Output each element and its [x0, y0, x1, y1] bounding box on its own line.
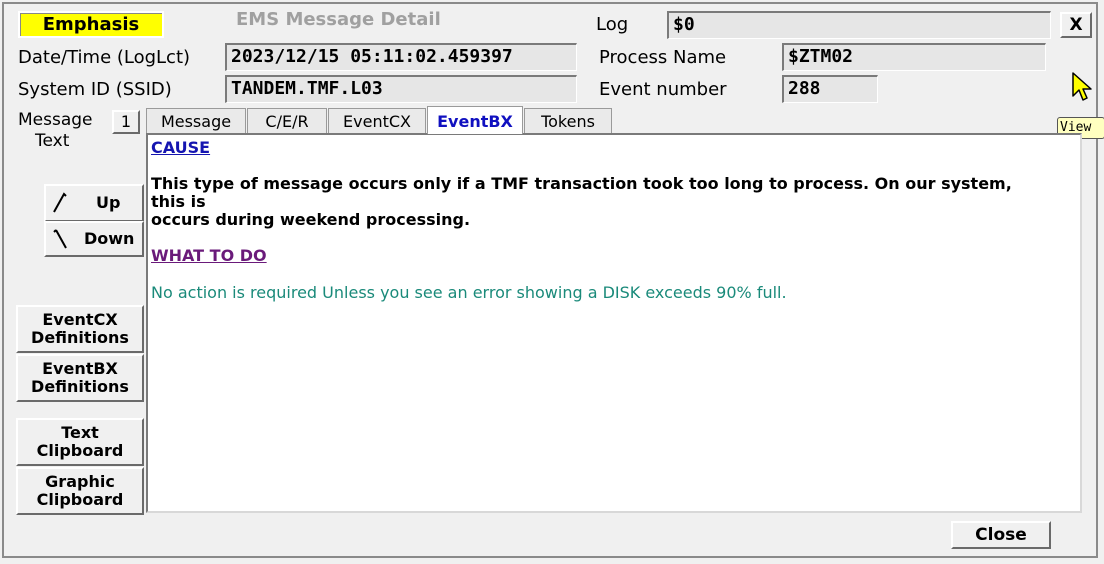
message-text-label-2: Text [35, 131, 70, 151]
tab-tokens[interactable]: Tokens [524, 108, 612, 134]
up-button[interactable]: Up [44, 184, 144, 222]
up-button-label: Up [96, 193, 121, 212]
eventcx-definitions-button[interactable]: EventCX Definitions [16, 305, 144, 353]
datetime-label: Date/Time (LogLct) [18, 47, 191, 68]
down-button[interactable]: Down [44, 221, 144, 257]
eventbx-definitions-line2: Definitions [31, 377, 129, 396]
window-title: EMS Message Detail [236, 9, 441, 30]
down-button-label: Down [84, 229, 135, 248]
down-arrow-icon [53, 229, 67, 249]
graphic-clipboard-line1: Graphic [45, 472, 115, 491]
message-index-button[interactable]: 1 [112, 110, 140, 134]
tab-message[interactable]: Message [146, 108, 246, 134]
tab-cer[interactable]: C/E/R [247, 108, 327, 134]
eventcx-definitions-line2: Definitions [31, 328, 129, 347]
tab-eventbx[interactable]: EventBX [427, 106, 523, 134]
cause-text-line-1: This type of message occurs only if a TM… [151, 174, 1012, 211]
process-name-field[interactable]: $ZTM02 [782, 43, 1046, 71]
cause-text-line-2: occurs during weekend processing. [151, 210, 471, 229]
ssid-label: System ID (SSID) [18, 79, 172, 100]
mouse-pointer-icon [1072, 72, 1092, 101]
cause-heading[interactable]: CAUSE [151, 138, 210, 157]
eventbx-definitions-button[interactable]: EventBX Definitions [16, 354, 144, 402]
close-x-button[interactable]: X [1060, 12, 1092, 38]
text-clipboard-line1: Text [61, 423, 99, 442]
eventcx-definitions-line1: EventCX [42, 310, 118, 329]
text-clipboard-button[interactable]: Text Clipboard [16, 418, 144, 466]
log-field[interactable]: $0 [667, 11, 1051, 39]
graphic-clipboard-button[interactable]: Graphic Clipboard [16, 467, 144, 515]
action-text: No action is required Unless you see an … [151, 283, 787, 302]
ssid-field[interactable]: TANDEM.TMF.L03 [225, 75, 577, 103]
process-name-label: Process Name [599, 47, 727, 68]
event-detail-panel: CAUSE This type of message occurs only i… [146, 133, 1082, 513]
up-arrow-icon [53, 192, 67, 213]
eventbx-definitions-line1: EventBX [42, 359, 118, 378]
event-number-label: Event number [599, 79, 727, 100]
log-label: Log [596, 14, 629, 35]
text-clipboard-line2: Clipboard [36, 441, 124, 460]
datetime-field[interactable]: 2023/12/15 05:11:02.459397 [225, 43, 577, 71]
message-text-label-1: Message [18, 110, 93, 130]
cause-text: This type of message occurs only if a TM… [151, 175, 1051, 229]
event-number-field[interactable]: 288 [782, 75, 878, 103]
graphic-clipboard-line2: Clipboard [36, 490, 124, 509]
tab-eventcx[interactable]: EventCX [328, 108, 426, 134]
close-button[interactable]: Close [951, 521, 1051, 549]
emphasis-badge[interactable]: Emphasis [18, 11, 164, 38]
what-to-do-heading[interactable]: WHAT TO DO [151, 246, 267, 265]
